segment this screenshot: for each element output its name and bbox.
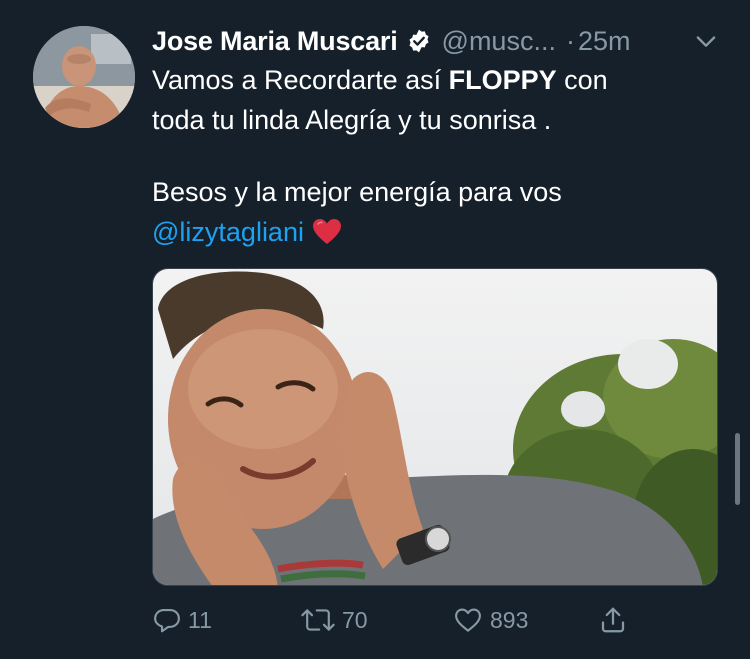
- tweet-text-segment: Vamos a Recordarte así: [152, 65, 449, 95]
- like-button[interactable]: 893: [452, 600, 528, 640]
- retweet-button[interactable]: 70: [300, 600, 368, 640]
- share-icon: [598, 605, 628, 635]
- reply-button[interactable]: 11: [152, 600, 212, 640]
- tweet-line-4: @lizytagliani: [152, 212, 722, 252]
- reply-icon: [152, 605, 182, 635]
- tweet-photo[interactable]: [152, 268, 718, 586]
- reply-count: 11: [188, 606, 212, 633]
- tweet-bold-word: FLOPPY: [448, 65, 557, 95]
- tweet-line-3: Besos y la mejor energía para vos: [152, 177, 562, 207]
- red-heart-emoji-icon: [312, 217, 342, 245]
- share-button[interactable]: [598, 600, 628, 640]
- tweet-text: Vamos a Recordarte así FLOPPY con toda t…: [152, 60, 722, 252]
- tweet-line-2: toda tu linda Alegría y tu sonrisa .: [152, 105, 552, 135]
- tweet-line-1: Vamos a Recordarte así FLOPPY con: [152, 60, 722, 100]
- heart-icon: [452, 605, 484, 635]
- separator-dot: ·: [565, 25, 575, 56]
- handle[interactable]: @musc...: [442, 26, 556, 57]
- mention-link[interactable]: @lizytagliani: [152, 217, 304, 247]
- timestamp[interactable]: 25m: [578, 26, 631, 57]
- avatar[interactable]: [33, 26, 135, 128]
- tweet[interactable]: Jose Maria Muscari @musc... · 25m Vamos …: [0, 0, 750, 659]
- tweet-actions: 11 70 893: [152, 600, 652, 640]
- retweet-icon: [300, 605, 336, 635]
- retweet-count: 70: [342, 606, 368, 633]
- like-count: 893: [490, 606, 529, 633]
- tweet-header: Jose Maria Muscari @musc... · 25m: [152, 21, 732, 61]
- chevron-down-icon[interactable]: [692, 27, 720, 55]
- tweet-text-segment: con: [556, 65, 608, 95]
- scrollbar[interactable]: [735, 433, 740, 505]
- verified-badge-icon: [406, 28, 432, 54]
- display-name[interactable]: Jose Maria Muscari: [152, 26, 398, 57]
